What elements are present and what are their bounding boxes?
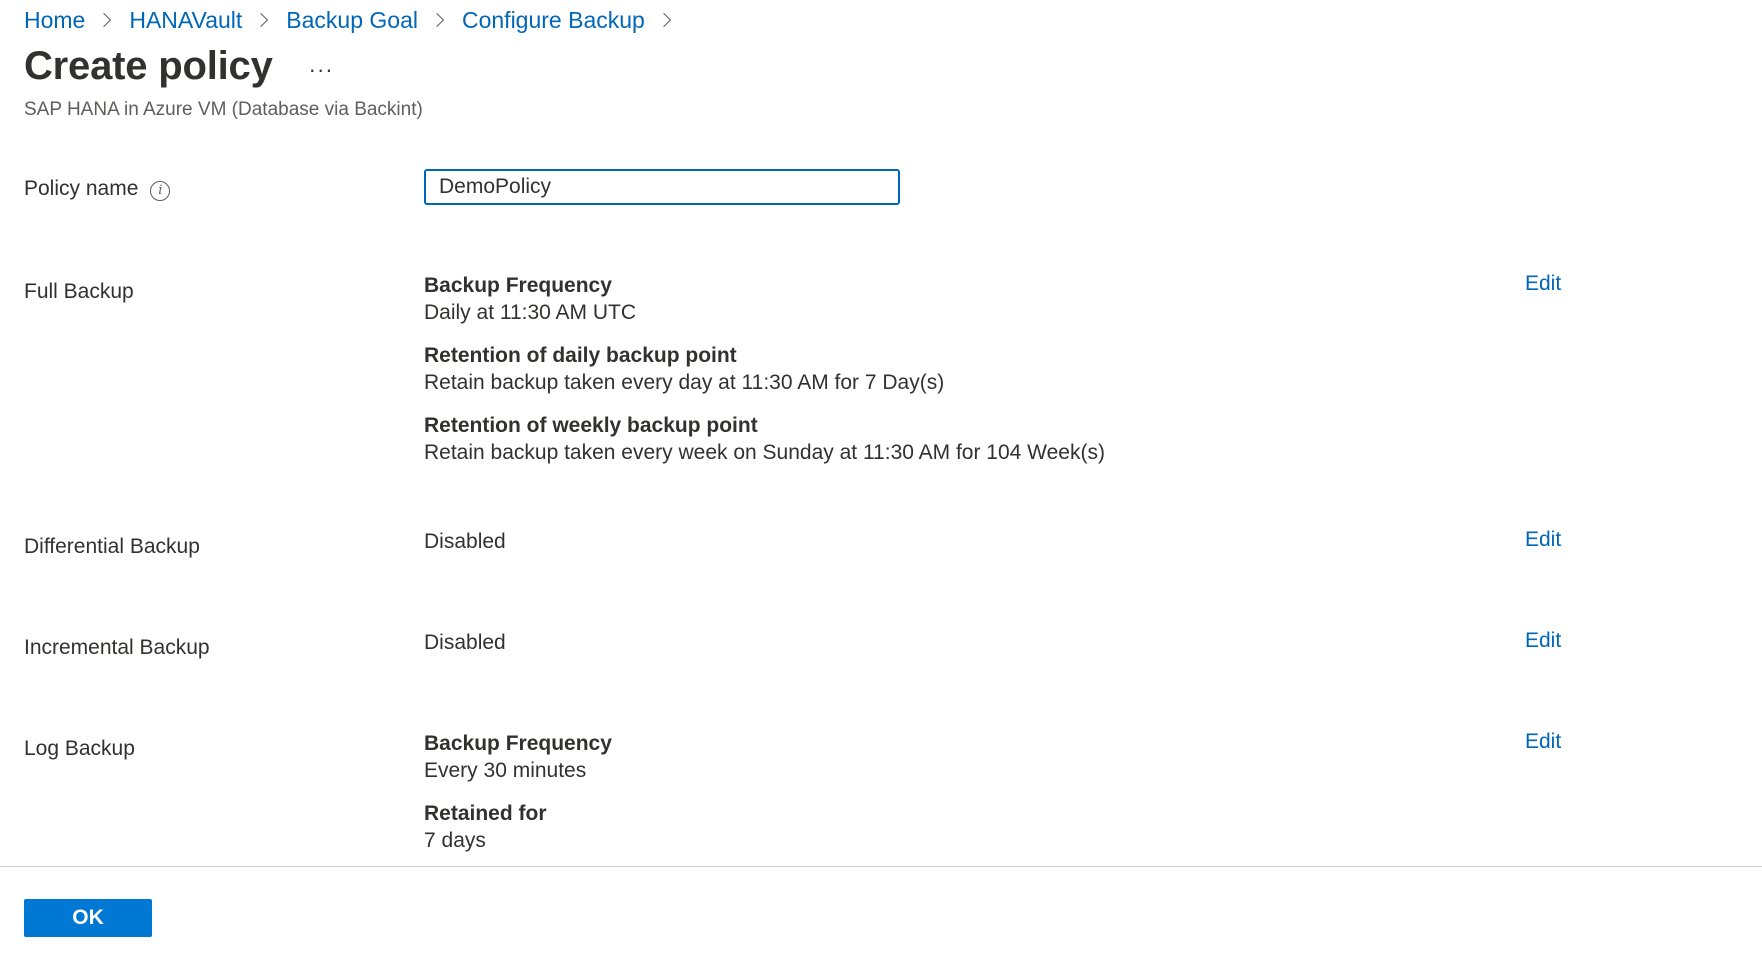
log-backup-label: Log Backup (24, 737, 135, 760)
ok-button[interactable]: OK (24, 899, 152, 937)
incremental-backup-edit-link[interactable]: Edit (1525, 629, 1561, 653)
info-icon[interactable]: i (150, 180, 171, 201)
page-subtitle: SAP HANA in Azure VM (Database via Backi… (24, 99, 423, 120)
weekly-retention-heading: Retention of weekly backup point (424, 414, 758, 437)
breadcrumb-configure-backup[interactable]: Configure Backup (462, 7, 645, 34)
full-backup-edit-link[interactable]: Edit (1525, 272, 1561, 296)
differential-backup-value: Disabled (424, 530, 506, 553)
breadcrumb: Home HANAVault Backup Goal Configure Bac… (24, 4, 689, 36)
daily-retention-heading: Retention of daily backup point (424, 344, 737, 367)
breadcrumb-home[interactable]: Home (24, 7, 85, 34)
policy-name-label: Policy name i (24, 177, 171, 201)
weekly-retention-value: Retain backup taken every week on Sunday… (424, 441, 1105, 464)
daily-retention-value: Retain backup taken every day at 11:30 A… (424, 371, 945, 394)
chevron-right-icon (254, 12, 269, 28)
footer-divider (0, 866, 1762, 867)
breadcrumb-backup-goal[interactable]: Backup Goal (286, 7, 418, 34)
full-backup-label: Full Backup (24, 280, 134, 303)
chevron-right-icon (656, 12, 671, 28)
differential-backup-label: Differential Backup (24, 535, 200, 558)
policy-name-input[interactable] (424, 169, 900, 205)
log-backup-frequency-heading: Backup Frequency (424, 732, 612, 755)
log-retained-heading: Retained for (424, 802, 547, 825)
chevron-right-icon (97, 12, 112, 28)
incremental-backup-label: Incremental Backup (24, 636, 210, 659)
breadcrumb-hanavault[interactable]: HANAVault (129, 7, 242, 34)
chevron-right-icon (429, 12, 445, 28)
incremental-backup-value: Disabled (424, 631, 506, 654)
full-backup-details: Backup Frequency Daily at 11:30 AM UTC R… (424, 272, 1105, 466)
full-backup-frequency-value: Daily at 11:30 AM UTC (424, 301, 637, 324)
title-row: Create policy ··· (24, 44, 334, 89)
create-policy-page: Home HANAVault Backup Goal Configure Bac… (0, 0, 1762, 970)
log-backup-edit-link[interactable]: Edit (1525, 730, 1561, 754)
policy-name-label-text: Policy name (24, 177, 139, 200)
page-title: Create policy (24, 44, 273, 88)
log-backup-frequency-value: Every 30 minutes (424, 759, 587, 782)
differential-backup-edit-link[interactable]: Edit (1525, 528, 1561, 552)
log-backup-details: Backup Frequency Every 30 minutes Retain… (424, 730, 612, 854)
full-backup-frequency-heading: Backup Frequency (424, 274, 612, 297)
more-options-button[interactable]: ··· (309, 57, 334, 83)
log-retained-value: 7 days (424, 829, 486, 852)
